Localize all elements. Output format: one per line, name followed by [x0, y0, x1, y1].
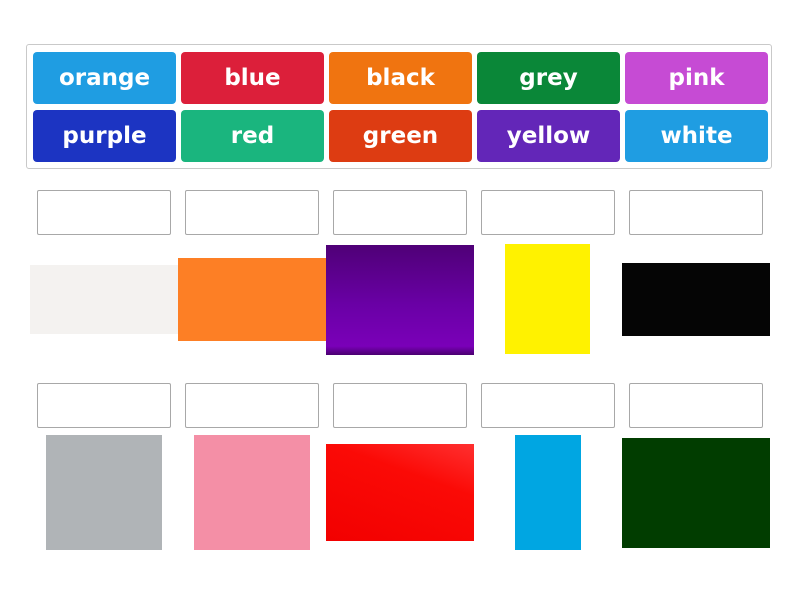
answer-slot-1[interactable] [37, 190, 171, 235]
pink-swatch [194, 435, 310, 550]
blue-swatch [515, 435, 581, 550]
answer-slot-10[interactable] [629, 383, 763, 428]
purple-swatch [326, 245, 474, 355]
word-tile-grey[interactable]: grey [477, 52, 620, 104]
word-tile-orange[interactable]: orange [33, 52, 176, 104]
green-swatch [622, 438, 770, 548]
white-swatch [30, 265, 178, 334]
word-tile-yellow[interactable]: yellow [477, 110, 620, 162]
word-tile-green[interactable]: green [329, 110, 472, 162]
word-tile-blue[interactable]: blue [181, 52, 324, 104]
black-swatch [622, 263, 770, 336]
word-tile-pink[interactable]: pink [625, 52, 768, 104]
word-tile-black[interactable]: black [329, 52, 472, 104]
orange-swatch [178, 258, 326, 341]
yellow-swatch [505, 244, 590, 354]
grey-swatch [46, 435, 162, 550]
answer-slot-9[interactable] [481, 383, 615, 428]
answer-slot-2[interactable] [185, 190, 319, 235]
answer-slot-3[interactable] [333, 190, 467, 235]
answer-slot-5[interactable] [629, 190, 763, 235]
answer-slot-8[interactable] [333, 383, 467, 428]
answer-slot-6[interactable] [37, 383, 171, 428]
word-tile-purple[interactable]: purple [33, 110, 176, 162]
answer-slot-7[interactable] [185, 383, 319, 428]
word-tile-white[interactable]: white [625, 110, 768, 162]
word-tile-red[interactable]: red [181, 110, 324, 162]
red-swatch [326, 444, 474, 541]
answer-slot-4[interactable] [481, 190, 615, 235]
